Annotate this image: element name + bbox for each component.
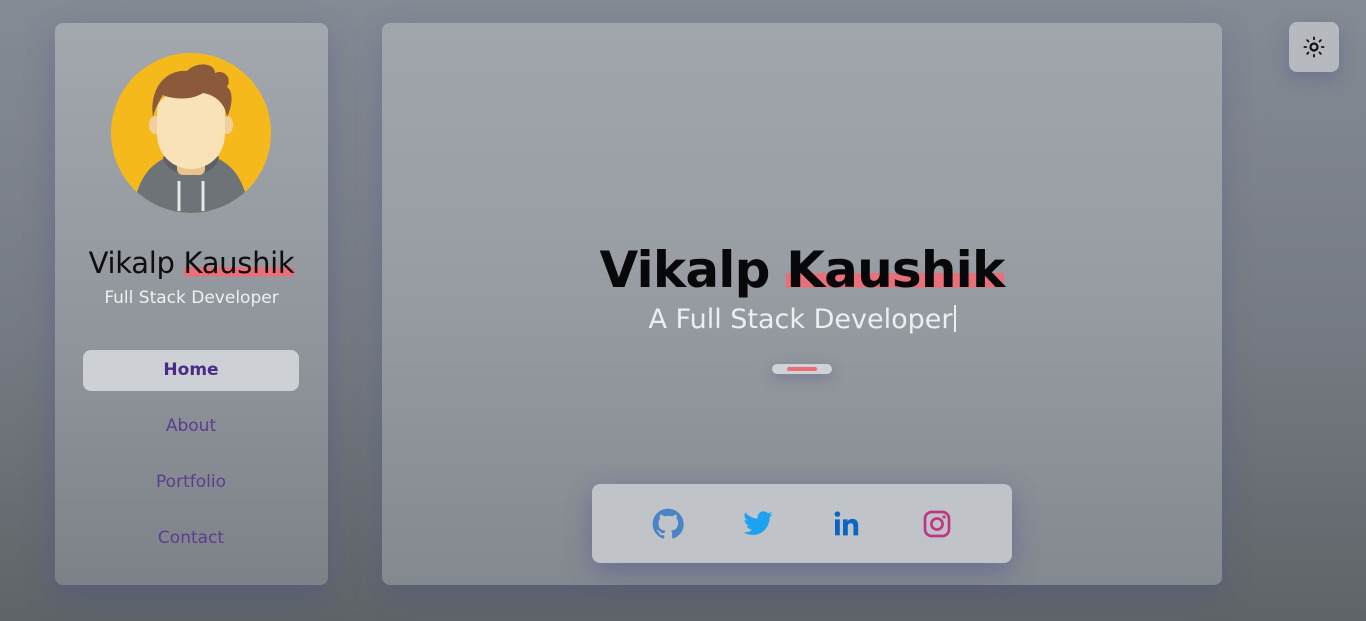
sidebar-nav: Home About Portfolio Contact <box>83 350 299 574</box>
nav-item-home[interactable]: Home <box>83 350 299 391</box>
scroll-indicator <box>772 364 832 374</box>
nav-item-portfolio[interactable]: Portfolio <box>83 462 299 503</box>
typing-cursor <box>953 305 956 332</box>
nav-item-contact[interactable]: Contact <box>83 518 299 559</box>
github-icon <box>652 508 684 539</box>
nav-item-about[interactable]: About <box>83 406 299 447</box>
linkedin-link[interactable] <box>831 508 863 540</box>
twitter-link[interactable] <box>742 508 774 540</box>
hero-last-name: Kaushik <box>786 241 1005 299</box>
avatar <box>111 53 271 213</box>
hero-tagline: A Full Stack Developer <box>382 303 1222 337</box>
instagram-link[interactable] <box>921 508 953 540</box>
twitter-icon <box>743 511 773 535</box>
hero-panel: Vikalp Kaushik A Full Stack Developer <box>382 23 1222 585</box>
hero-name: Vikalp Kaushik <box>382 241 1222 299</box>
social-links-bar <box>592 484 1012 563</box>
hero-first-name: Vikalp <box>599 241 771 299</box>
sidebar-name: Vikalp Kaushik <box>55 246 328 280</box>
theme-toggle-button[interactable] <box>1289 22 1339 72</box>
sidebar-role: Full Stack Developer <box>104 288 279 308</box>
linkedin-icon <box>834 511 859 536</box>
github-link[interactable] <box>652 508 684 540</box>
sun-icon <box>1303 36 1325 58</box>
sidebar: Vikalp Kaushik Full Stack Developer Home… <box>55 23 328 585</box>
sidebar-first-name: Vikalp <box>88 246 175 280</box>
scroll-indicator-bar <box>787 367 817 371</box>
instagram-icon <box>923 510 951 538</box>
hero-tagline-text: A Full Stack Developer <box>648 304 953 335</box>
sidebar-last-name: Kaushik <box>183 246 295 280</box>
